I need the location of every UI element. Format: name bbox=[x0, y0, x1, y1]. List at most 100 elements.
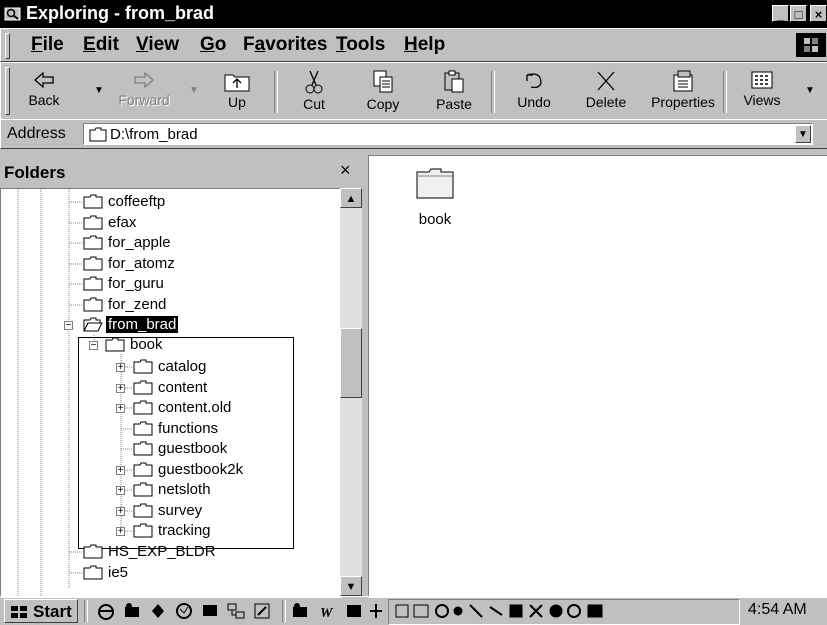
maximize-button[interactable]: □ bbox=[790, 5, 807, 22]
channels-icon[interactable] bbox=[148, 601, 168, 621]
delete-button[interactable]: Delete bbox=[573, 67, 639, 117]
svg-text:W: W bbox=[320, 606, 334, 621]
forward-dropdown-icon[interactable]: ▼ bbox=[189, 85, 199, 96]
tree-node-survey[interactable]: survey bbox=[133, 501, 204, 521]
copy-button[interactable]: Copy bbox=[350, 67, 416, 117]
tree-node-efax[interactable]: efax bbox=[83, 213, 138, 233]
notepad-icon[interactable] bbox=[252, 601, 272, 621]
folder-icon bbox=[89, 127, 107, 142]
menu-file[interactable]: File bbox=[31, 34, 64, 56]
forward-button[interactable]: Forward bbox=[111, 67, 177, 117]
menu-edit[interactable]: Edit bbox=[83, 34, 119, 56]
views-dropdown-icon[interactable]: ▼ bbox=[805, 85, 815, 96]
expand-toggle-netsloth[interactable]: + bbox=[116, 486, 125, 496]
back-arrow-icon bbox=[34, 71, 54, 89]
address-dropdown-button[interactable]: ▼ bbox=[795, 125, 811, 143]
tree-node-label: coffeeftp bbox=[108, 192, 166, 210]
tray-icons[interactable] bbox=[394, 601, 694, 621]
properties-label: Properties bbox=[651, 94, 715, 110]
properties-button[interactable]: Properties bbox=[647, 67, 719, 117]
clock[interactable]: 4:54 AM bbox=[748, 601, 807, 619]
file-item-book[interactable]: book bbox=[405, 166, 465, 228]
toolbar-grip[interactable] bbox=[5, 67, 10, 115]
tree-node-tracking[interactable]: tracking bbox=[133, 521, 213, 541]
internet-explorer-icon[interactable] bbox=[96, 601, 116, 621]
taskbar-window-icon[interactable] bbox=[344, 601, 364, 621]
menu-grip[interactable] bbox=[5, 33, 10, 59]
standard-toolbar: Back ▼ Forward ▼ Up Cut Copy Paste Undo … bbox=[0, 62, 827, 120]
menu-go[interactable]: Go bbox=[200, 34, 226, 56]
paste-button[interactable]: Paste bbox=[421, 67, 487, 117]
expand-toggle-guestbook2k[interactable]: + bbox=[116, 466, 125, 476]
open-folder-icon bbox=[83, 317, 103, 332]
tree-node-for-atomz[interactable]: for_atomz bbox=[83, 254, 177, 274]
menu-bar: File Edit View Go Favorites Tools Help bbox=[0, 28, 827, 62]
scroll-down-button[interactable]: ▼ bbox=[340, 576, 362, 596]
folder-tree-scrollbar[interactable]: ▲ ▼ bbox=[340, 188, 362, 596]
folder-icon bbox=[83, 194, 103, 209]
cut-button[interactable]: Cut bbox=[281, 67, 347, 117]
up-button[interactable]: Up bbox=[204, 67, 270, 117]
tree-node-guestbook[interactable]: guestbook bbox=[133, 439, 229, 459]
menu-tools[interactable]: Tools bbox=[336, 34, 385, 56]
tree-node-coffeeftp[interactable]: coffeeftp bbox=[83, 192, 167, 212]
globe-icon[interactable] bbox=[174, 601, 194, 621]
tree-node-functions[interactable]: functions bbox=[133, 419, 220, 439]
menu-help[interactable]: Help bbox=[404, 34, 445, 56]
taskbar-separator bbox=[282, 600, 286, 622]
views-button[interactable]: Views bbox=[729, 67, 795, 117]
menu-favorites[interactable]: Favorites bbox=[243, 34, 328, 56]
address-combobox[interactable]: D:\from_brad ▼ bbox=[83, 123, 813, 145]
tree-node-for-guru[interactable]: for_guru bbox=[83, 274, 166, 294]
undo-button[interactable]: Undo bbox=[501, 67, 567, 117]
back-button[interactable]: Back bbox=[11, 67, 77, 117]
address-input[interactable]: D:\from_brad bbox=[110, 126, 198, 143]
copy-label: Copy bbox=[366, 96, 400, 112]
collapse-toggle-book[interactable]: − bbox=[89, 341, 98, 351]
tree-node-for-zend[interactable]: for_zend bbox=[83, 295, 168, 315]
tree-node-netsloth[interactable]: netsloth bbox=[133, 480, 213, 500]
tree-node-guestbook2k[interactable]: guestbook2k bbox=[133, 460, 245, 480]
tree-node-for-apple[interactable]: for_apple bbox=[83, 233, 173, 253]
tree-node-label: survey bbox=[158, 501, 203, 519]
close-button[interactable]: × bbox=[810, 5, 827, 22]
expand-toggle-tracking[interactable]: + bbox=[116, 527, 125, 537]
windows-logo-icon bbox=[796, 33, 826, 57]
expand-toggle-survey[interactable]: + bbox=[116, 507, 125, 517]
scroll-up-button[interactable]: ▲ bbox=[340, 188, 362, 208]
title-bar[interactable]: Exploring - from_brad _ □ × bbox=[0, 0, 827, 28]
back-dropdown-icon[interactable]: ▼ bbox=[94, 85, 104, 96]
start-button[interactable]: Start bbox=[4, 599, 78, 623]
tree-node-label: for_guru bbox=[108, 274, 164, 292]
tree-node-label: guestbook bbox=[158, 439, 228, 457]
up-folder-icon bbox=[224, 74, 250, 92]
expand-toggle-content-old[interactable]: + bbox=[116, 404, 125, 414]
outlook-express-icon[interactable] bbox=[122, 601, 142, 621]
menu-view[interactable]: View bbox=[136, 34, 179, 56]
tree-node-book[interactable]: book bbox=[105, 335, 165, 355]
tree-node-ie5[interactable]: ie5 bbox=[83, 563, 130, 583]
undo-label: Undo bbox=[517, 94, 551, 110]
scissors-icon bbox=[305, 70, 323, 94]
network-icon[interactable] bbox=[226, 601, 246, 621]
minimize-button[interactable]: _ bbox=[772, 5, 789, 22]
taskbar-separator bbox=[84, 600, 88, 622]
tree-node-content-old[interactable]: content.old bbox=[133, 398, 233, 418]
folder-icon bbox=[83, 276, 103, 291]
tree-node-catalog[interactable]: catalog bbox=[133, 357, 208, 377]
scroll-thumb[interactable] bbox=[340, 328, 362, 398]
folder-tree[interactable]: coffeeftp efax for_apple for_atomz for_g… bbox=[0, 188, 342, 598]
expand-toggle-content[interactable]: + bbox=[116, 384, 125, 394]
tree-node-hs-exp-bldr[interactable]: HS_EXP_BLDR bbox=[83, 542, 218, 562]
collapse-toggle-from-brad[interactable]: − bbox=[64, 321, 73, 331]
calculator-icon[interactable] bbox=[366, 601, 386, 621]
tree-node-from-brad[interactable]: from_brad bbox=[83, 315, 179, 335]
folders-close-button[interactable]: × bbox=[340, 160, 351, 181]
taskbar-app-icon[interactable] bbox=[290, 601, 310, 621]
word-icon[interactable]: W bbox=[318, 601, 338, 621]
expand-toggle-catalog[interactable]: + bbox=[116, 363, 125, 373]
explorer-app-icon[interactable] bbox=[4, 5, 21, 22]
show-desktop-icon[interactable] bbox=[200, 601, 220, 621]
folder-contents-pane[interactable]: book bbox=[368, 155, 827, 598]
tree-node-content[interactable]: content bbox=[133, 378, 209, 398]
